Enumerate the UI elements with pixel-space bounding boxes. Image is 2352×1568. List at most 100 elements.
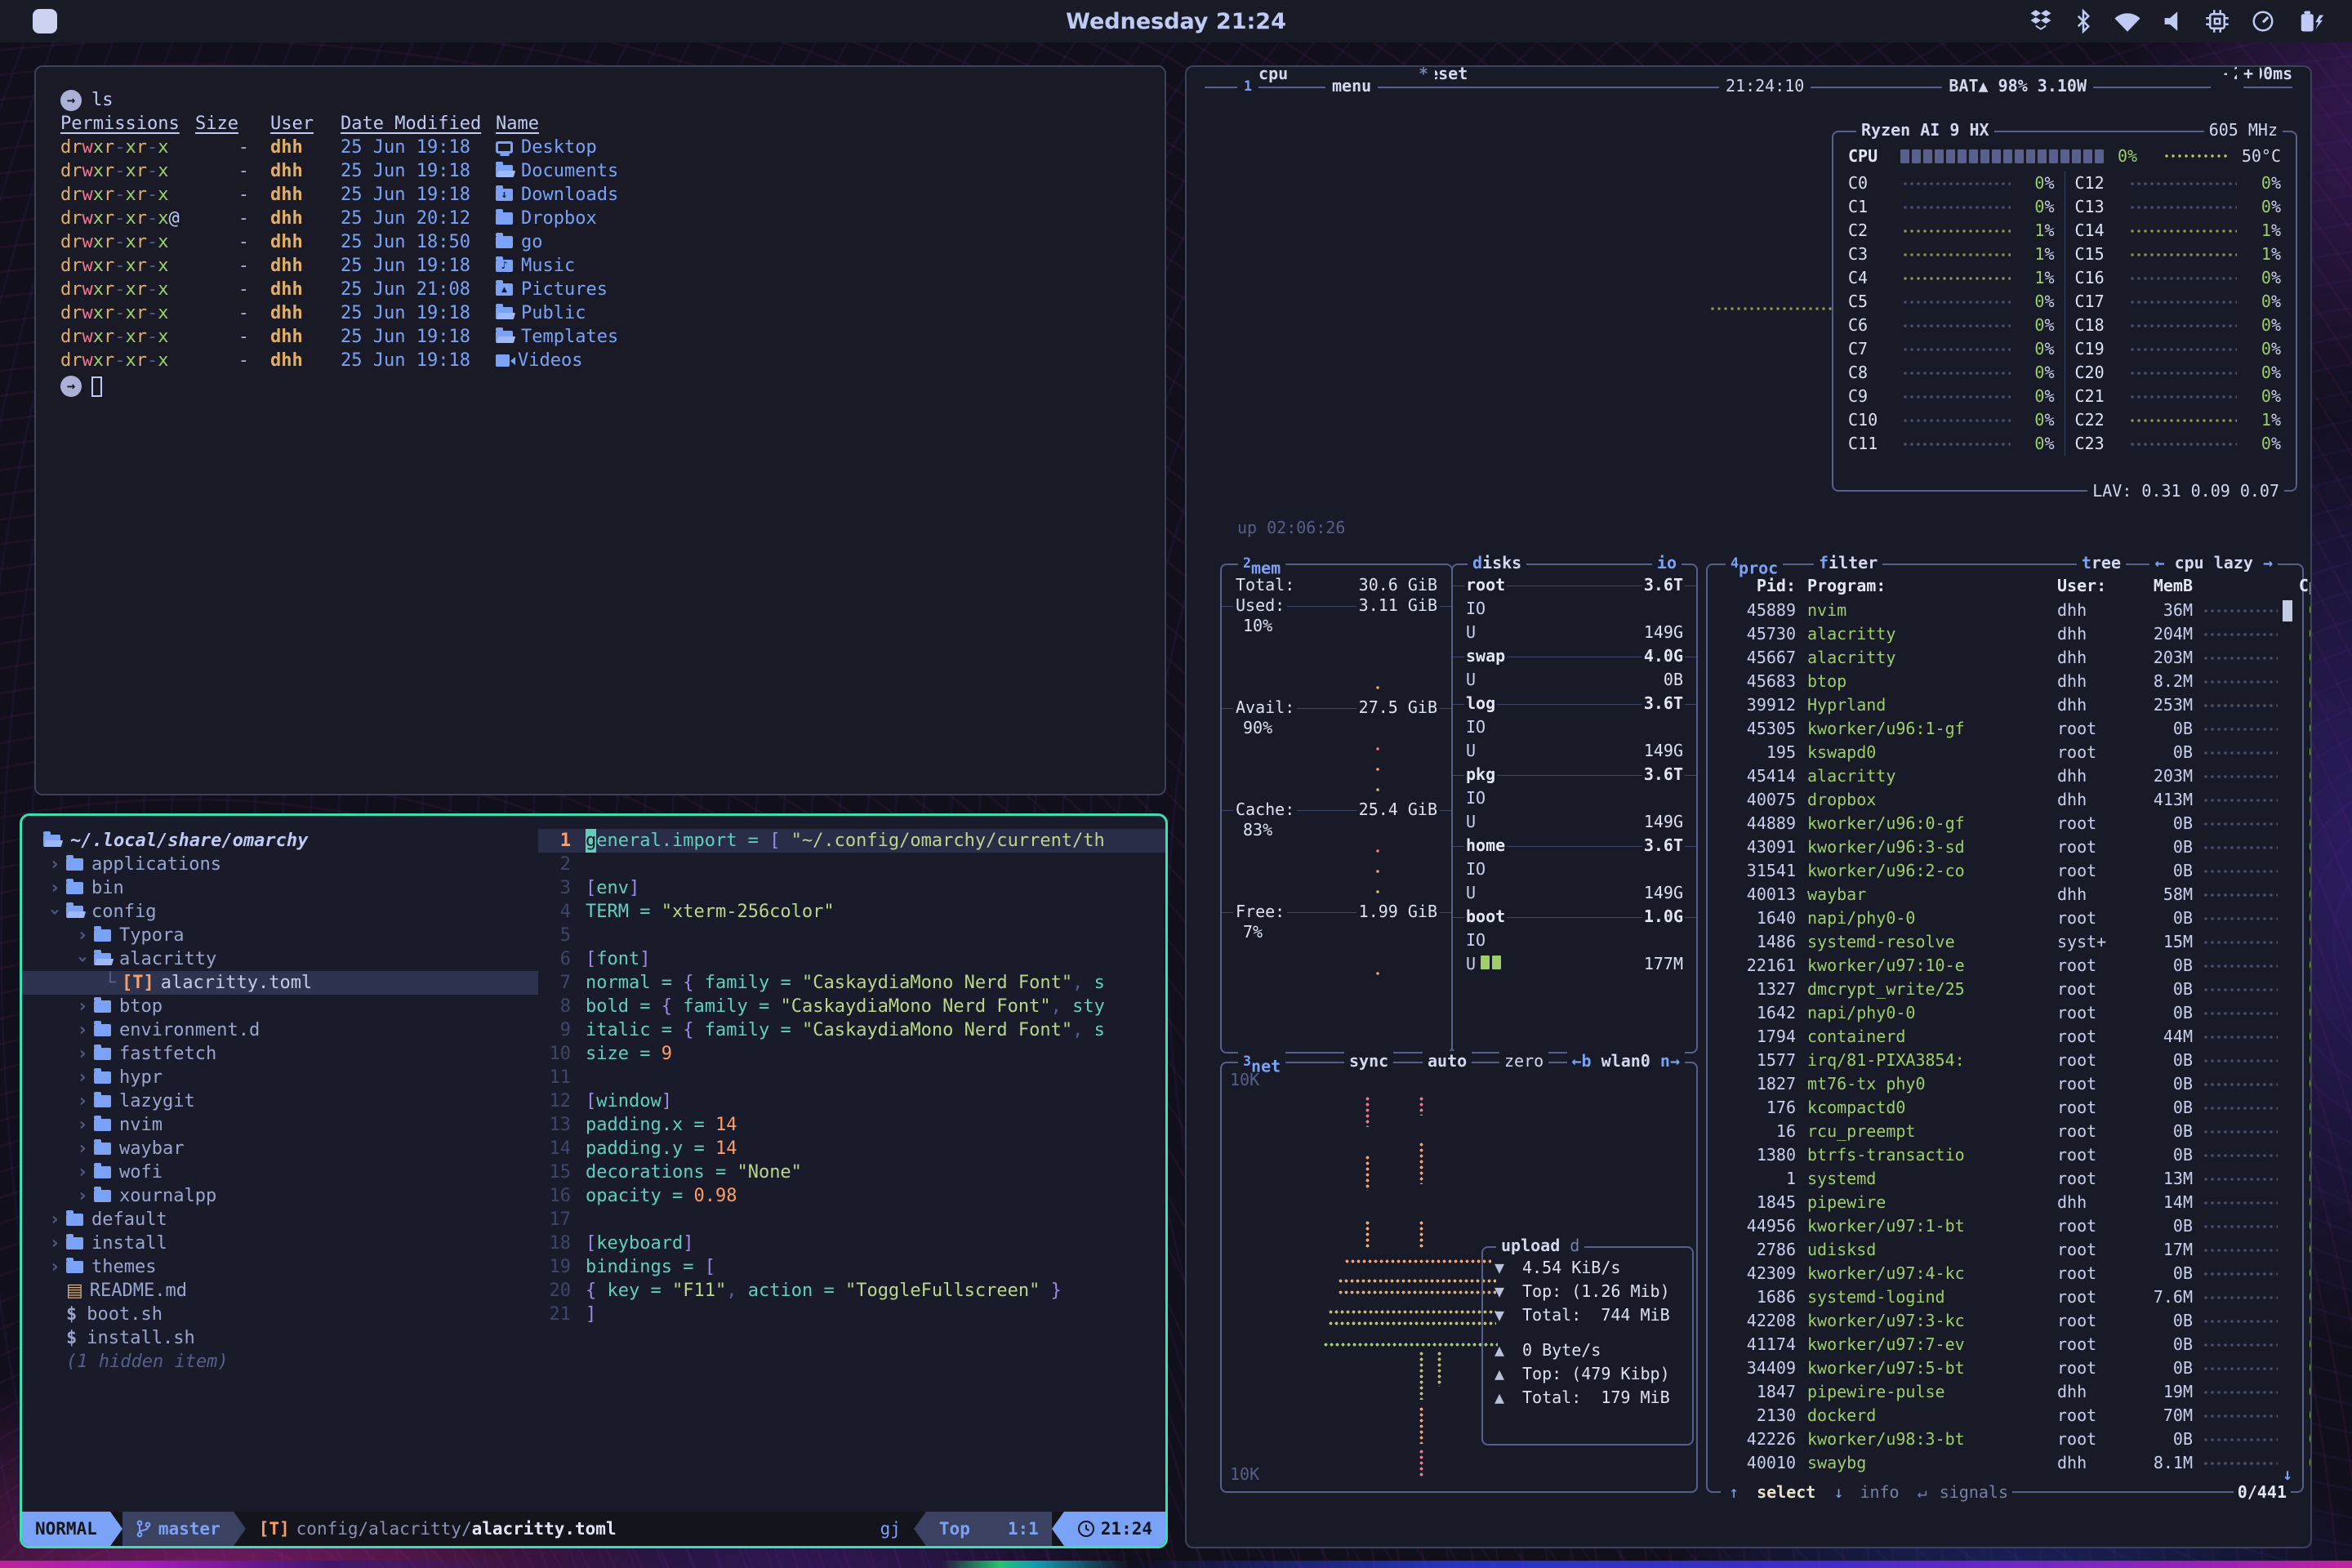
select-hint[interactable]: ↑ select ↓ [1721,1482,1851,1503]
code-line-21[interactable]: 21] [538,1303,1165,1326]
code-line-13[interactable]: 13padding.x = 14 [538,1113,1165,1137]
tree-item-fastfetch[interactable]: ›fastfetch [43,1042,538,1066]
scrollbar-thumb[interactable] [2283,600,2292,621]
tree-item-waybar[interactable]: ›waybar [43,1137,538,1160]
col-pid[interactable]: Pid: [1721,576,1796,596]
code-line-1[interactable]: 1general.import = [ "~/.config/omarchy/c… [538,829,1165,853]
process-row[interactable]: 1642napi/phy0-0root0B0.0 [1721,1001,2294,1025]
process-row[interactable]: 176kcompactd0root0B0.0 [1721,1096,2294,1120]
process-row[interactable]: 22161kworker/u97:10-eroot0B0.0 [1721,954,2294,978]
col-user[interactable]: User: [2057,576,2127,596]
code-line-14[interactable]: 14padding.y = 14 [538,1137,1165,1160]
code-line-5[interactable]: 5 [538,924,1165,947]
process-row[interactable]: 1845pipewiredhh14M0.0 [1721,1191,2294,1214]
process-row[interactable]: 45730alacrittydhh204M0.0 [1721,622,2294,646]
process-row[interactable]: 1827mt76-tx phy0root0B0.0 [1721,1072,2294,1096]
process-row[interactable]: 40010swaybgdhh8.1M0.0 [1721,1451,2294,1475]
menu-button[interactable]: menu [1325,76,1378,96]
prompt-line-empty[interactable]: → [60,374,1140,398]
bluetooth-icon[interactable] [2074,9,2092,33]
process-row[interactable]: 2786udisksdroot17M0.0 [1721,1238,2294,1262]
process-row[interactable]: 1847pipewire-pulsedhh19M0.0 [1721,1380,2294,1404]
code-line-15[interactable]: 15decorations = "None" [538,1160,1165,1184]
process-row[interactable]: 31541kworker/u96:2-coroot0B0.0 [1721,859,2294,883]
terminal-window[interactable]: →ls PermissionsSizeUserDate ModifiedName… [34,65,1166,795]
tree-root[interactable]: ~/.local/share/omarchy [43,829,538,853]
process-row[interactable]: 1686systemd-logindroot7.6M0.0 [1721,1285,2294,1309]
tree-item-alacritty[interactable]: ›alacritty [43,947,538,971]
col-program[interactable]: Program: [1796,576,2057,596]
tree-item-boot.sh[interactable]: $boot.sh [43,1303,538,1326]
process-row[interactable]: 16rcu_preemptroot0B0.0 [1721,1120,2294,1143]
tree-item-README.md[interactable]: ▤README.md [43,1279,538,1303]
code-line-4[interactable]: 4TERM = "xterm-256color" [538,900,1165,924]
process-row[interactable]: 1577irq/81-PIXA3854:root0B0.0 [1721,1049,2294,1072]
process-row[interactable]: 42309kworker/u97:4-kcroot0B0.0 [1721,1262,2294,1285]
code-line-7[interactable]: 7normal = { family = "CaskaydiaMono Nerd… [538,971,1165,995]
tree-item-install[interactable]: ›install [43,1232,538,1255]
omarchy-logo-icon[interactable] [33,9,57,33]
btop-window[interactable]: 1cpu menu preset * 21:24:10 BAT▲ 98% 3.1… [1185,65,2312,1548]
tree-item-install.sh[interactable]: $install.sh [43,1326,538,1350]
process-row[interactable]: 45414alacrittydhh203M0.0 [1721,764,2294,788]
cpu-chip-icon[interactable] [2205,9,2230,33]
process-row[interactable]: 2130dockerdroot70M0.0 [1721,1404,2294,1428]
process-row[interactable]: 45305kworker/u96:1-gfroot0B0.0 [1721,717,2294,741]
neovim-window[interactable]: ~/.local/share/omarchy›applications›bin›… [20,813,1168,1548]
process-row[interactable]: 45667alacrittydhh203M0.0 [1721,646,2294,670]
volume-icon[interactable] [2163,10,2184,33]
code-line-12[interactable]: 12[window] [538,1089,1165,1113]
tree-item-config[interactable]: ›config [43,900,538,924]
tree-item-bin[interactable]: ›bin [43,876,538,900]
process-row[interactable]: 1380btrfs-transactioroot0B0.0 [1721,1143,2294,1167]
process-row[interactable]: 42208kworker/u97:3-kcroot0B0.0 [1721,1309,2294,1333]
battery-icon[interactable] [2296,9,2324,33]
wifi-icon[interactable] [2114,11,2141,32]
tree-item-nvim[interactable]: ›nvim [43,1113,538,1137]
code-line-20[interactable]: 20{ key = "F11", action = "ToggleFullscr… [538,1279,1165,1303]
process-row[interactable]: 39912Hyprlanddhh253M0.0 [1721,693,2294,717]
process-row[interactable]: 43091kworker/u96:3-sdroot0B0.0 [1721,835,2294,859]
tree-item-lazygit[interactable]: ›lazygit [43,1089,538,1113]
tree-item-xournalpp[interactable]: ›xournalpp [43,1184,538,1208]
process-row[interactable]: 41174kworker/u97:7-evroot0B0.0 [1721,1333,2294,1356]
code-line-6[interactable]: 6[font] [538,947,1165,971]
code-line-11[interactable]: 11 [538,1066,1165,1089]
tab-cpu[interactable]: 1cpu [1237,76,1258,102]
process-row[interactable]: 42226kworker/u98:3-btroot0B0.0 [1721,1428,2294,1451]
code-line-17[interactable]: 17 [538,1208,1165,1232]
process-row[interactable]: 34409kworker/u97:5-btroot0B0.0 [1721,1356,2294,1380]
process-row[interactable]: 1327dmcrypt_write/25root0B0.0 [1721,978,2294,1001]
code-line-18[interactable]: 18[keyboard] [538,1232,1165,1255]
code-line-2[interactable]: 2 [538,853,1165,876]
interval-plus[interactable]: + [2237,65,2260,84]
process-row[interactable]: 45889nvimdhh36M0.0 [1721,599,2294,622]
info-hint[interactable]: info ↵ [1851,1482,1935,1503]
code-line-16[interactable]: 16opacity = 0.98 [538,1184,1165,1208]
code-line-3[interactable]: 3[env] [538,876,1165,900]
process-row[interactable]: 40075dropboxdhh413M0.0 [1721,788,2294,812]
dropbox-icon[interactable] [2029,10,2053,33]
col-mem[interactable]: MemB [2127,576,2193,596]
process-row[interactable]: 1640napi/phy0-0root0B0.0 [1721,906,2294,930]
gauge-icon[interactable] [2251,9,2275,33]
code-line-8[interactable]: 8bold = { family = "CaskaydiaMono Nerd F… [538,995,1165,1018]
tree-item-applications[interactable]: ›applications [43,853,538,876]
tree-item-environment.d[interactable]: ›environment.d [43,1018,538,1042]
tree-item-hypr[interactable]: ›hypr [43,1066,538,1089]
code-line-10[interactable]: 10size = 9 [538,1042,1165,1066]
tree-item-Typora[interactable]: ›Typora [43,924,538,947]
tree-item-themes[interactable]: ›themes [43,1255,538,1279]
process-row[interactable]: 40013waybardhh58M0.0 [1721,883,2294,906]
code-editor[interactable]: 1general.import = [ "~/.config/omarchy/c… [538,816,1165,1512]
process-row[interactable]: 45683btopdhh8.2M0.0 [1721,670,2294,693]
signals-hint[interactable]: signals [1936,1482,2012,1503]
process-row[interactable]: 44889kworker/u96:0-gfroot0B0.0 [1721,812,2294,835]
process-row[interactable]: 1486systemd-resolvesyst+15M0.0 [1721,930,2294,954]
code-line-19[interactable]: 19bindings = [ [538,1255,1165,1279]
process-row[interactable]: 1systemdroot13M0.0 [1721,1167,2294,1191]
tree-item-default[interactable]: ›default [43,1208,538,1232]
col-cpu[interactable]: Cpu% [2287,576,2312,596]
code-line-9[interactable]: 9italic = { family = "CaskaydiaMono Nerd… [538,1018,1165,1042]
tree-item-btop[interactable]: ›btop [43,995,538,1018]
